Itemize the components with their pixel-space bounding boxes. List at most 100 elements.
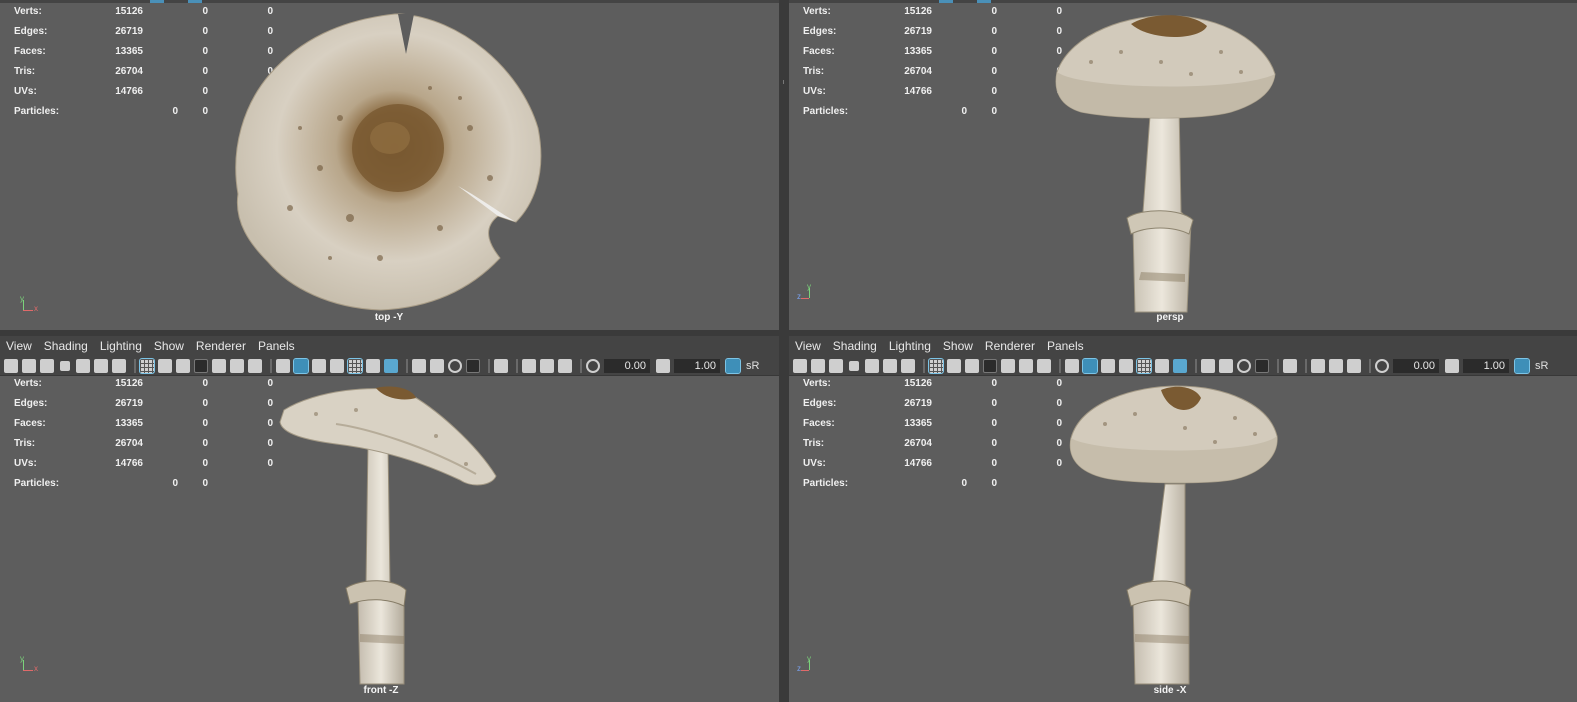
gate-mask-icon[interactable] — [983, 358, 997, 373]
camera-lock-icon[interactable] — [811, 358, 825, 373]
xray-joints-icon[interactable] — [540, 358, 554, 373]
resolution-gate-icon[interactable] — [176, 358, 190, 373]
wireframe-on-shaded-icon[interactable] — [330, 358, 344, 373]
xray-icon[interactable] — [522, 358, 536, 373]
shadows-icon[interactable] — [384, 358, 398, 373]
hud-row-uvs: UVs:1476600 — [803, 86, 1063, 106]
colorspace-label[interactable]: sR — [746, 360, 759, 372]
backface-cull-icon[interactable] — [558, 358, 572, 373]
film-gate-icon[interactable] — [947, 358, 961, 373]
grid-icon[interactable] — [139, 357, 155, 374]
menu-lighting[interactable]: Lighting — [883, 339, 937, 353]
menu-panels[interactable]: Panels — [1041, 339, 1090, 353]
2d-pan-icon[interactable] — [94, 358, 108, 373]
grease-pencil-icon[interactable] — [112, 358, 126, 373]
safe-title-icon[interactable] — [1037, 358, 1051, 373]
gamma-icon[interactable] — [656, 358, 670, 373]
menu-panels[interactable]: Panels — [252, 339, 301, 353]
menu-view[interactable]: View — [0, 339, 38, 353]
smooth-shade-icon[interactable] — [1082, 357, 1098, 374]
shadows-icon[interactable] — [1173, 358, 1187, 373]
hud-label: Edges: — [14, 26, 48, 37]
xray-icon[interactable] — [1311, 358, 1325, 373]
exposure-icon[interactable] — [586, 358, 600, 373]
exposure-field[interactable]: 0.00 — [1393, 358, 1439, 373]
anti-aliasing-icon[interactable] — [448, 358, 462, 373]
camera-icon[interactable] — [4, 358, 18, 373]
default-material-icon[interactable] — [1101, 358, 1115, 373]
camera-attr-icon[interactable] — [829, 358, 843, 373]
gate-mask-icon[interactable] — [194, 358, 208, 373]
hud-value: 0 — [961, 478, 967, 489]
exposure-field[interactable]: 0.00 — [604, 358, 650, 373]
textured-icon[interactable] — [347, 357, 363, 374]
hud-row-particles: Particles: 0 0 — [803, 106, 1063, 126]
camera-icon[interactable] — [793, 358, 807, 373]
menu-view[interactable]: View — [789, 339, 827, 353]
2d-pan-icon[interactable] — [883, 358, 897, 373]
bookmark-icon[interactable] — [849, 360, 859, 371]
viewport-front[interactable]: View Shading Lighting Show Renderer Pane… — [0, 336, 779, 702]
exposure-icon[interactable] — [1375, 358, 1389, 373]
smooth-shade-icon[interactable] — [293, 357, 309, 374]
menu-renderer[interactable]: Renderer — [190, 339, 252, 353]
hud-value: 0 — [991, 26, 997, 37]
pane-divider-horizontal[interactable] — [0, 330, 1577, 336]
wireframe-icon[interactable] — [276, 358, 290, 373]
anti-aliasing-icon[interactable] — [1237, 358, 1251, 373]
film-gate-icon[interactable] — [158, 358, 172, 373]
menu-show[interactable]: Show — [937, 339, 979, 353]
image-plane-icon[interactable] — [76, 358, 90, 373]
camera-attr-icon[interactable] — [40, 358, 54, 373]
image-plane-icon[interactable] — [865, 358, 879, 373]
menu-lighting[interactable]: Lighting — [94, 339, 148, 353]
wireframe-icon[interactable] — [1065, 358, 1079, 373]
default-material-icon[interactable] — [312, 358, 326, 373]
motion-blur-icon[interactable] — [1219, 358, 1233, 373]
textured-icon[interactable] — [1136, 357, 1152, 374]
mushroom-front-view[interactable] — [276, 384, 502, 688]
menu-show[interactable]: Show — [148, 339, 190, 353]
gamma-field[interactable]: 1.00 — [674, 358, 720, 373]
mushroom-persp-view[interactable] — [1051, 12, 1281, 314]
screen-space-ao-icon[interactable] — [412, 358, 426, 373]
backface-cull-icon[interactable] — [1347, 358, 1361, 373]
depth-of-field-icon[interactable] — [466, 358, 480, 373]
viewport-side[interactable]: View Shading Lighting Show Renderer Pane… — [789, 336, 1577, 702]
menu-renderer[interactable]: Renderer — [979, 339, 1041, 353]
xray-joints-icon[interactable] — [1329, 358, 1343, 373]
mushroom-side-view[interactable] — [1065, 384, 1289, 688]
menu-shading[interactable]: Shading — [827, 339, 883, 353]
camera-lock-icon[interactable] — [22, 358, 36, 373]
hud-value: 0 — [991, 458, 997, 469]
screen-space-ao-icon[interactable] — [1201, 358, 1215, 373]
color-management-icon[interactable] — [725, 357, 741, 374]
viewport-top[interactable]: Verts: 15126 0 0 Edges: 26719 0 0 Faces: 13365 0… — [0, 0, 780, 330]
gamma-icon[interactable] — [1445, 358, 1459, 373]
color-management-icon[interactable] — [1514, 357, 1530, 374]
pane-divider-vertical[interactable] — [779, 0, 789, 702]
grid-icon[interactable] — [928, 357, 944, 374]
mushroom-cap-top-view[interactable] — [230, 8, 550, 318]
hud-label: UVs: — [803, 86, 826, 97]
gamma-field[interactable]: 1.00 — [1463, 358, 1509, 373]
depth-of-field-icon[interactable] — [1255, 358, 1269, 373]
use-all-lights-icon[interactable] — [1155, 358, 1169, 373]
safe-title-icon[interactable] — [248, 358, 262, 373]
bookmark-icon[interactable] — [60, 360, 70, 371]
safe-action-icon[interactable] — [1019, 358, 1033, 373]
isolate-select-icon[interactable] — [494, 358, 508, 373]
grease-pencil-icon[interactable] — [901, 358, 915, 373]
isolate-select-icon[interactable] — [1283, 358, 1297, 373]
use-all-lights-icon[interactable] — [366, 358, 380, 373]
wireframe-on-shaded-icon[interactable] — [1119, 358, 1133, 373]
safe-action-icon[interactable] — [230, 358, 244, 373]
colorspace-label[interactable]: sR — [1535, 360, 1548, 372]
viewport-persp[interactable]: Verts: 15126 0 0 Edges: 26719 0 0 Faces: 13365 0… — [789, 0, 1577, 330]
resolution-gate-icon[interactable] — [965, 358, 979, 373]
hud-value: 26704 — [904, 438, 932, 449]
field-chart-icon[interactable] — [1001, 358, 1015, 373]
menu-shading[interactable]: Shading — [38, 339, 94, 353]
motion-blur-icon[interactable] — [430, 358, 444, 373]
field-chart-icon[interactable] — [212, 358, 226, 373]
